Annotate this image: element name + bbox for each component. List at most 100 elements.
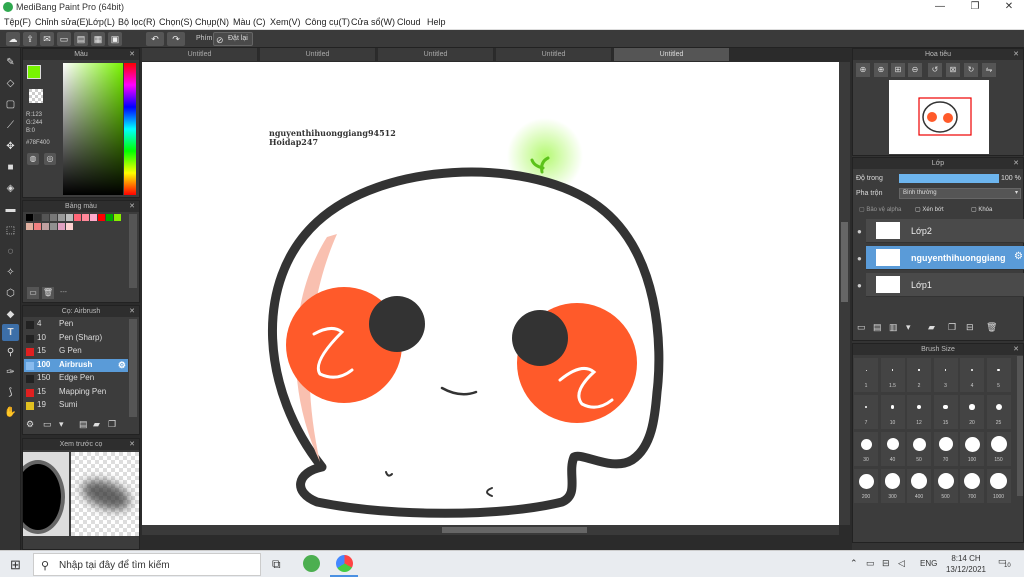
line-tool-icon[interactable]: ⟋: [2, 117, 19, 134]
brush-size-option[interactable]: 1.5: [880, 358, 905, 392]
close-icon[interactable]: ✕: [129, 49, 135, 60]
comment-icon[interactable]: ✉: [40, 32, 54, 46]
brush-size-option[interactable]: 700: [960, 469, 984, 503]
tab-untitled-5[interactable]: Untitled: [614, 48, 730, 61]
eye-icon[interactable]: ●: [857, 281, 862, 290]
brush-settings-icon[interactable]: ▤: [79, 419, 88, 430]
palette-swatch[interactable]: [114, 214, 121, 221]
menu-view[interactable]: Xem(V): [270, 17, 301, 27]
minimize-button[interactable]: —: [925, 1, 955, 14]
save-icon[interactable]: ▤: [74, 32, 88, 46]
close-icon[interactable]: ✕: [129, 306, 135, 317]
drawing-canvas[interactable]: nguyenthihuonggiang94512 Hoidap247: [142, 62, 839, 525]
brush-size-option[interactable]: 70: [933, 432, 958, 466]
battery-icon[interactable]: ▭: [866, 558, 875, 569]
rotate-right-icon[interactable]: ↻: [964, 63, 978, 77]
layer-menu-icon[interactable]: ▾: [906, 322, 911, 333]
palette-swatch[interactable]: [42, 214, 49, 221]
brush-size-option[interactable]: 5: [986, 358, 1011, 392]
menu-layer[interactable]: Lớp(L): [88, 17, 115, 27]
brush-item[interactable]: 15 G Pen: [24, 345, 128, 358]
vertical-scrollbar[interactable]: [839, 62, 850, 525]
trash-icon[interactable]: 🗑: [42, 287, 54, 299]
brush-item[interactable]: 150 Edge Pen: [24, 372, 128, 385]
clip-checkbox[interactable]: ▢ Xén bớt: [915, 206, 944, 213]
lasso-tool-icon[interactable]: ◌: [2, 243, 19, 260]
flip-icon[interactable]: ⇋: [982, 63, 996, 77]
select-tool-icon[interactable]: ⬚: [2, 222, 19, 239]
cloud-icon[interactable]: ☁: [6, 32, 20, 46]
brush-size-option[interactable]: 4: [960, 358, 984, 392]
browser-app-icon[interactable]: [303, 555, 320, 572]
brush-size-option[interactable]: 1: [854, 358, 878, 392]
redo-icon[interactable]: ↷: [167, 32, 185, 46]
brush-size-option[interactable]: 100: [960, 432, 984, 466]
volume-icon[interactable]: ◁: [898, 558, 905, 569]
palette-swatch[interactable]: [34, 214, 41, 221]
undo-icon[interactable]: ↶: [146, 32, 164, 46]
new-file-icon[interactable]: ▭: [57, 32, 71, 46]
brush-size-option[interactable]: 30: [854, 432, 878, 466]
palette-swatch[interactable]: [26, 223, 33, 230]
palette-swatch[interactable]: [26, 214, 33, 221]
brush-item[interactable]: 19 Sumi: [24, 399, 128, 412]
palette-swatch[interactable]: [66, 214, 73, 221]
layer-settings-icon[interactable]: ⚙: [1014, 251, 1023, 262]
close-icon[interactable]: ✕: [1013, 158, 1019, 169]
brush-item[interactable]: 4 Pen: [24, 318, 128, 331]
brush-size-option[interactable]: 200: [854, 469, 878, 503]
maximize-button[interactable]: ❐: [960, 1, 990, 14]
close-icon[interactable]: ✕: [129, 439, 135, 450]
new-8bit-layer-icon[interactable]: ▥: [889, 322, 898, 333]
magic-wand-tool-icon[interactable]: ✧: [2, 264, 19, 281]
brush-size-option[interactable]: 10: [880, 395, 905, 429]
zoom-out-icon[interactable]: ⊖: [908, 63, 922, 77]
brush-size-option[interactable]: 7: [854, 395, 878, 429]
select-pen-tool-icon[interactable]: ⬡: [2, 285, 19, 302]
color-wheel-icon[interactable]: ◎: [44, 153, 56, 165]
menu-capture[interactable]: Chụp(N): [195, 17, 229, 27]
menu-select[interactable]: Chọn(S): [159, 17, 193, 27]
palette-swatch[interactable]: [82, 214, 89, 221]
palette-swatch[interactable]: [58, 223, 65, 230]
brush-size-option[interactable]: 3: [933, 358, 958, 392]
tab-untitled-1[interactable]: Untitled: [142, 48, 258, 61]
export-icon[interactable]: ▣: [108, 32, 122, 46]
chevron-up-icon[interactable]: ⌃: [850, 558, 858, 569]
bucket-tool-icon[interactable]: ◈: [2, 180, 19, 197]
delete-layer-icon[interactable]: 🗑: [986, 322, 997, 333]
rotate-left-icon[interactable]: ↺: [928, 63, 942, 77]
brush-copy-icon[interactable]: ❐: [108, 419, 116, 430]
palette-swatch[interactable]: [98, 214, 105, 221]
tab-untitled-2[interactable]: Untitled: [260, 48, 376, 61]
zoom-in-icon[interactable]: ⊕: [874, 63, 888, 77]
menu-color[interactable]: Màu (C): [233, 17, 266, 27]
lock-checkbox[interactable]: ▢ Khóa: [971, 206, 992, 213]
menu-edit[interactable]: Chỉnh sửa(E): [35, 17, 89, 27]
brush-size-option[interactable]: 12: [907, 395, 931, 429]
palette-swatch[interactable]: [66, 223, 73, 230]
new-palette-icon[interactable]: ▭: [27, 287, 39, 299]
menu-window[interactable]: Cửa sổ(W): [351, 17, 395, 27]
layer-row[interactable]: ● Lớp1: [857, 273, 1024, 297]
eye-icon[interactable]: ●: [857, 227, 862, 236]
tab-untitled-4[interactable]: Untitled: [496, 48, 612, 61]
brush-size-option[interactable]: 1000: [986, 469, 1011, 503]
move-tool-icon[interactable]: ✥: [2, 138, 19, 155]
palette-scrollbar[interactable]: [129, 214, 137, 288]
saturation-value-picker[interactable]: [63, 63, 123, 195]
brush-settings-icon[interactable]: ⚙: [118, 360, 126, 371]
reset-button[interactable]: ⊘ Đặt lại: [213, 32, 253, 46]
menu-help[interactable]: Help: [427, 17, 446, 27]
brush-tool-icon[interactable]: ✎: [2, 54, 19, 71]
palette-swatch[interactable]: [58, 214, 65, 221]
palette-swatch[interactable]: [50, 223, 57, 230]
brush-item[interactable]: 10 Pen (Sharp): [24, 332, 128, 345]
brush-dropdown-icon[interactable]: ▾: [59, 419, 64, 430]
palette-icon[interactable]: ◍: [27, 153, 39, 165]
layer-row-selected[interactable]: ● nguyenthihuonggiang ⚙: [857, 246, 1024, 270]
share-icon[interactable]: ⇪: [23, 32, 37, 46]
palette-swatch[interactable]: [50, 214, 57, 221]
close-icon[interactable]: ✕: [129, 201, 135, 212]
palette-swatch[interactable]: [90, 214, 97, 221]
